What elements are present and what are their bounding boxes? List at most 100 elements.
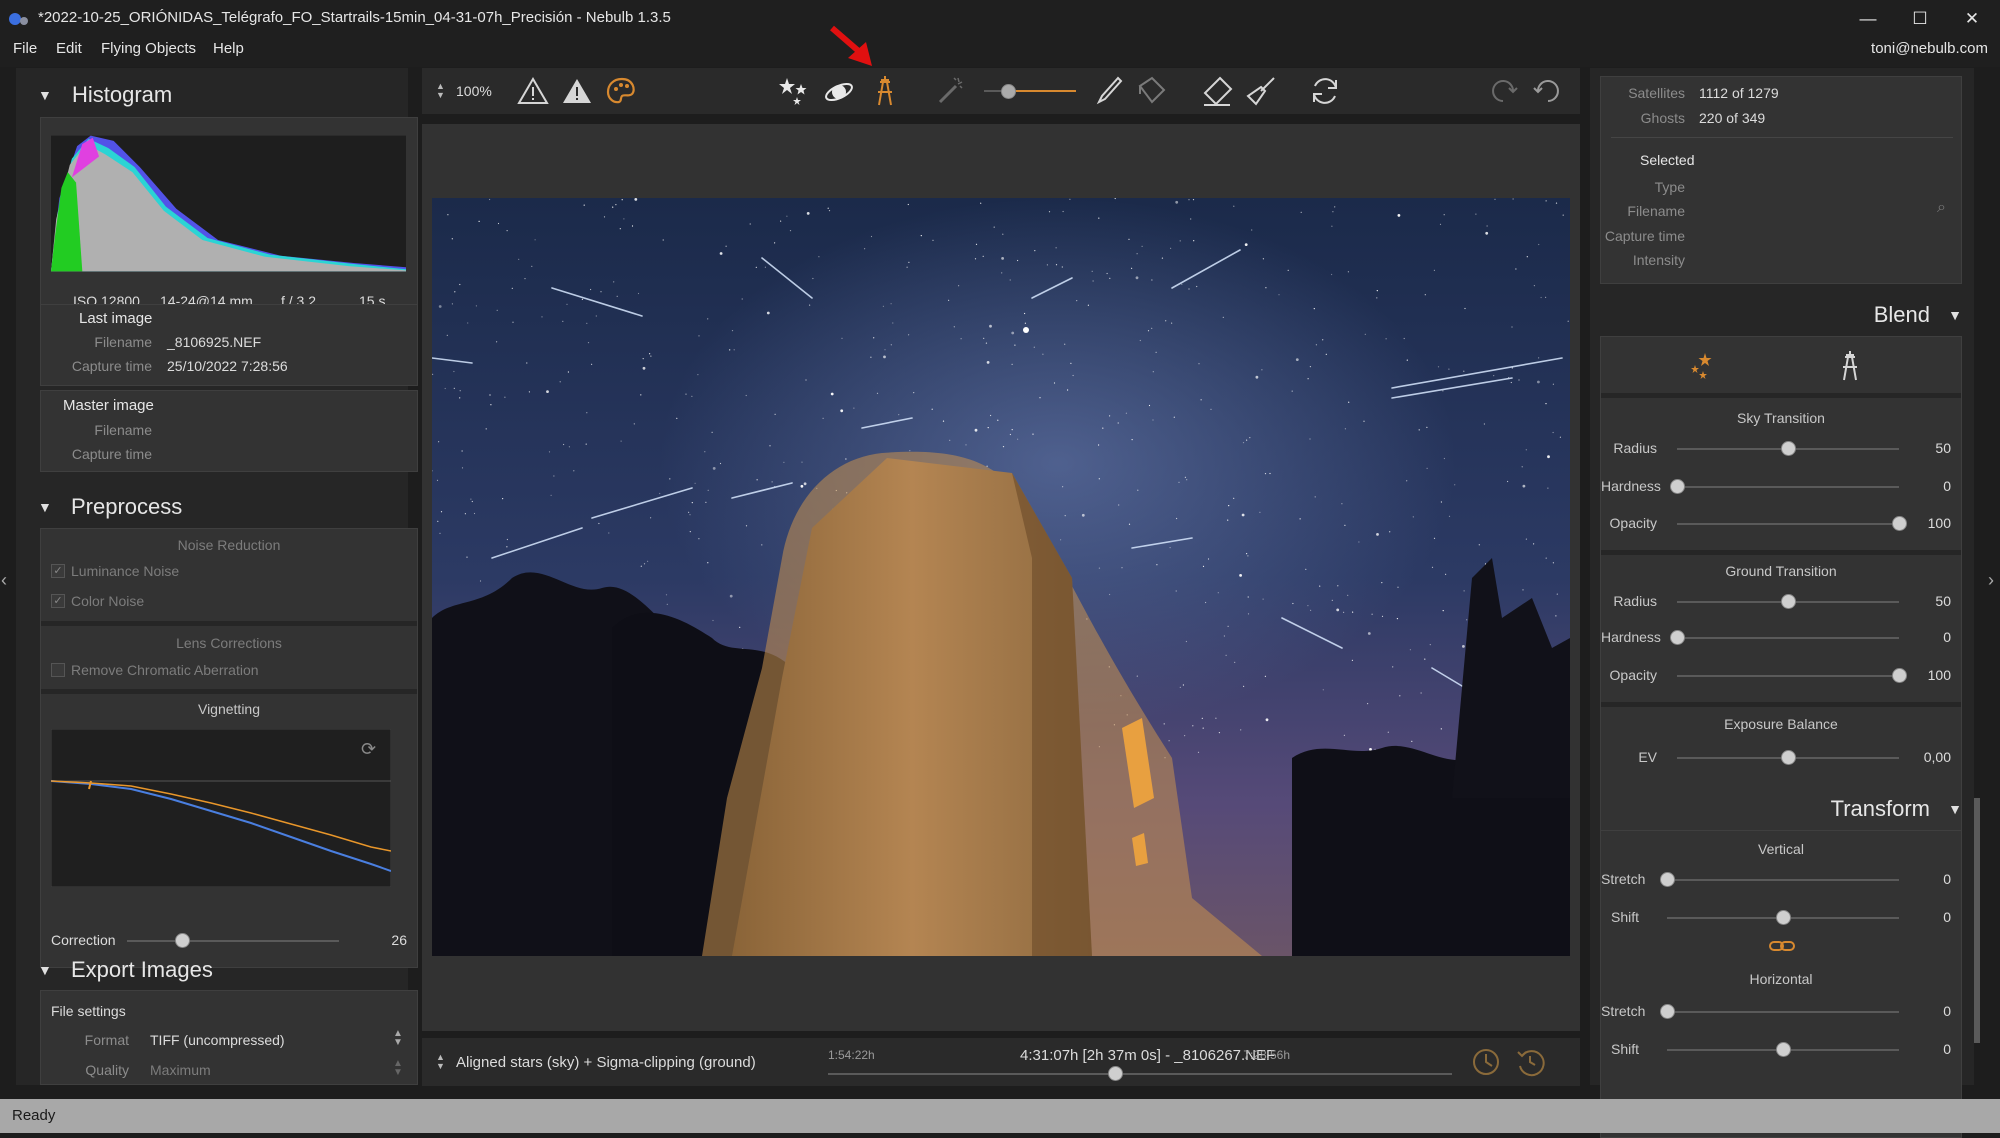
transform-slider-handle-0[interactable] bbox=[1660, 872, 1675, 887]
transform-slider-handle-1[interactable] bbox=[1776, 910, 1791, 925]
blend-slider-handle-4[interactable] bbox=[1670, 630, 1685, 645]
menu-edit[interactable]: Edit bbox=[56, 40, 82, 57]
window-title: *2022-10-25_ORIÓNIDAS_Telégrafo_FO_Start… bbox=[38, 9, 671, 26]
master-filename-label: Filename bbox=[94, 422, 152, 438]
maximize-button[interactable]: ☐ bbox=[1894, 0, 1946, 37]
fill-bucket-icon[interactable] bbox=[1134, 74, 1168, 108]
blend-slider-label-5: Opacity bbox=[1609, 667, 1657, 683]
minimize-button[interactable]: — bbox=[1842, 0, 1894, 37]
transform-slider-track-0[interactable] bbox=[1667, 879, 1899, 881]
exposure-balance-title: Exposure Balance bbox=[1724, 716, 1838, 732]
timeline-track[interactable] bbox=[828, 1073, 1452, 1075]
brush-size-handle[interactable] bbox=[1001, 84, 1016, 99]
blend-slider-value-6: 0,00 bbox=[1923, 749, 1951, 765]
night-sky-photo[interactable] bbox=[432, 198, 1570, 956]
blend-slider-handle-3[interactable] bbox=[1781, 594, 1796, 609]
format-select[interactable]: TIFF (uncompressed) bbox=[150, 1032, 285, 1048]
mode-spinner-icon[interactable]: ▲ ▼ bbox=[436, 1053, 445, 1071]
toolbar: ▲ ▼ 100% bbox=[422, 68, 1580, 114]
menu-file[interactable]: File bbox=[13, 40, 37, 57]
vignetting-reset-icon[interactable]: ⟳ bbox=[361, 739, 376, 760]
clock-icon[interactable] bbox=[1470, 1046, 1502, 1078]
user-account[interactable]: toni@nebulb.com bbox=[1871, 40, 1988, 57]
remove-ca-checkbox[interactable] bbox=[51, 663, 65, 677]
file-settings-label: File settings bbox=[51, 1003, 126, 1019]
close-button[interactable]: ✕ bbox=[1946, 0, 1998, 37]
menu-flying-objects[interactable]: Flying Objects bbox=[101, 40, 196, 57]
blend-collapse-icon[interactable]: ▼ bbox=[1948, 307, 1962, 323]
export-collapse-icon[interactable]: ▼ bbox=[38, 962, 52, 978]
locate-file-icon[interactable]: ⌕ bbox=[1937, 199, 1946, 217]
left-collapse-icon[interactable]: ‹ bbox=[1, 570, 7, 591]
blend-slider-track-2[interactable] bbox=[1677, 523, 1899, 525]
last-capture-value: 25/10/2022 7:28:56 bbox=[167, 358, 288, 374]
ground-tower-icon[interactable] bbox=[868, 74, 902, 108]
transform-panel: Vertical Horizontal Stretch 0 Shift 0 Stretc… bbox=[1600, 830, 1962, 1138]
quality-spinner-icon[interactable]: ▲ ▼ bbox=[393, 1059, 403, 1078]
blend-slider-track-4[interactable] bbox=[1677, 637, 1899, 639]
stars-icon[interactable] bbox=[777, 74, 811, 108]
timeline-current: 4:31:07h [2h 37m 0s] - _8106267.NEF bbox=[1020, 1047, 1276, 1064]
blend-slider-value-2: 100 bbox=[1927, 515, 1951, 531]
link-chain-icon[interactable] bbox=[1769, 939, 1795, 953]
blend-sky-icon[interactable] bbox=[1685, 349, 1719, 383]
blend-slider-value-0: 50 bbox=[1935, 440, 1951, 456]
palette-icon[interactable] bbox=[605, 74, 639, 108]
magic-wand-icon[interactable] bbox=[934, 74, 968, 108]
luminance-noise-checkbox[interactable]: ✓ bbox=[51, 564, 65, 578]
timeline-start: 1:54:22h bbox=[828, 1048, 875, 1062]
refresh-icon[interactable] bbox=[1308, 74, 1342, 108]
transform-slider-handle-3[interactable] bbox=[1776, 1042, 1791, 1057]
blend-slider-track-1[interactable] bbox=[1677, 486, 1899, 488]
master-image-panel: Master image Filename Capture time bbox=[40, 390, 418, 472]
last-image-panel: Last image Filename _8106925.NEF Capture… bbox=[40, 304, 418, 386]
color-noise-label: Color Noise bbox=[71, 593, 145, 609]
ground-transition-title: Ground Transition bbox=[1725, 563, 1837, 579]
eraser-icon[interactable] bbox=[1200, 74, 1234, 108]
app-logo-icon bbox=[9, 13, 28, 25]
vignetting-graph bbox=[51, 729, 391, 887]
warning-outline-icon[interactable] bbox=[516, 74, 550, 108]
correction-slider-handle[interactable] bbox=[175, 933, 191, 948]
transform-slider-handle-2[interactable] bbox=[1660, 1004, 1675, 1019]
correction-slider-track[interactable] bbox=[127, 940, 339, 942]
right-panel: Satellites 1112 of 1279 Ghosts 220 of 34… bbox=[1590, 68, 1974, 1138]
last-capture-label: Capture time bbox=[71, 358, 152, 374]
quality-select[interactable]: Maximum bbox=[150, 1062, 211, 1078]
blend-slider-label-4: Hardness bbox=[1601, 629, 1661, 645]
blend-slider-handle-0[interactable] bbox=[1781, 441, 1796, 456]
transform-slider-track-2[interactable] bbox=[1667, 1011, 1899, 1013]
right-collapse-icon[interactable]: › bbox=[1988, 570, 1994, 591]
preprocess-collapse-icon[interactable]: ▼ bbox=[38, 499, 52, 515]
satellite-planet-icon[interactable] bbox=[822, 74, 856, 108]
timeline-handle[interactable] bbox=[1108, 1066, 1124, 1081]
broom-icon[interactable] bbox=[1244, 74, 1278, 108]
selected-intensity-label: Intensity bbox=[1632, 252, 1685, 268]
menu-bar: File Edit Flying Objects Help toni@nebul… bbox=[0, 37, 2000, 67]
histogram-title: Histogram bbox=[72, 82, 173, 107]
clock-history-icon[interactable] bbox=[1514, 1046, 1546, 1078]
brush-icon[interactable] bbox=[1090, 74, 1124, 108]
blend-slider-handle-6[interactable] bbox=[1781, 750, 1796, 765]
noise-reduction-title: Noise Reduction bbox=[177, 537, 281, 553]
blend-slider-track-5[interactable] bbox=[1677, 675, 1899, 677]
lens-corrections-title: Lens Corrections bbox=[176, 635, 282, 651]
warning-filled-icon[interactable] bbox=[560, 74, 594, 108]
blend-slider-label-3: Radius bbox=[1613, 593, 1657, 609]
zoom-spinner-icon[interactable]: ▲ ▼ bbox=[436, 82, 445, 100]
info-panel: Satellites 1112 of 1279 Ghosts 220 of 34… bbox=[1600, 76, 1962, 284]
zoom-level[interactable]: 100% bbox=[456, 83, 492, 99]
histogram-collapse-icon[interactable]: ▼ bbox=[38, 87, 52, 103]
blend-ground-icon[interactable] bbox=[1833, 349, 1867, 383]
format-spinner-icon[interactable]: ▲ ▼ bbox=[393, 1029, 403, 1048]
blend-slider-handle-1[interactable] bbox=[1670, 479, 1685, 494]
preprocess-panel: Noise Reduction ✓ Luminance Noise ✓ Colo… bbox=[40, 528, 418, 968]
transform-collapse-icon[interactable]: ▼ bbox=[1948, 801, 1962, 817]
menu-help[interactable]: Help bbox=[213, 40, 244, 57]
stack-mode-select[interactable]: Aligned stars (sky) + Sigma-clipping (gr… bbox=[456, 1054, 756, 1071]
image-viewer[interactable] bbox=[422, 124, 1580, 1031]
redo-icon[interactable] bbox=[1487, 74, 1521, 108]
color-noise-checkbox[interactable]: ✓ bbox=[51, 594, 65, 608]
satellites-label: Satellites bbox=[1628, 85, 1685, 101]
undo-icon[interactable] bbox=[1530, 74, 1564, 108]
